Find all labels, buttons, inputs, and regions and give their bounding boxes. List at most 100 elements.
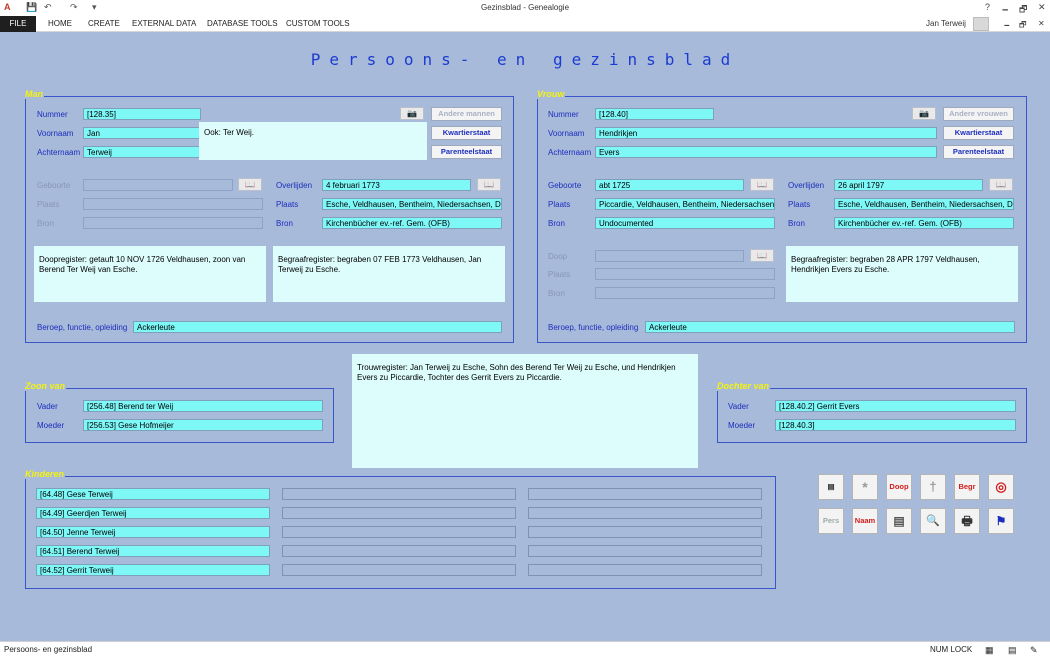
vrouw-ovl-plaats-field[interactable]: Esche, Veldhausen, Bentheim, Niedersachs…	[834, 198, 1014, 210]
kind-field-empty[interactable]	[528, 507, 762, 519]
man-ovl-bron-label: Bron	[276, 219, 293, 228]
man-parenteelstaat-button[interactable]: Parenteelstaat	[431, 145, 502, 159]
ribbon-close-button[interactable]: ✕	[1038, 19, 1045, 28]
kind-field-empty[interactable]	[528, 488, 762, 500]
ribbon-minimize-button[interactable]: 🗕	[1004, 19, 1010, 33]
kind-field[interactable]: [64.51] Berend Terweij	[36, 545, 270, 557]
rings-button[interactable]: ◎	[988, 474, 1014, 500]
kind-field-empty[interactable]	[528, 526, 762, 538]
tab-file[interactable]: FILE	[0, 16, 36, 32]
man-doopregister-memo[interactable]: Doopregister: getauft 10 NOV 1726 Veldha…	[34, 246, 266, 302]
card-button[interactable]: ▤	[886, 508, 912, 534]
vrouw-kwartierstaat-button[interactable]: Kwartierstaat	[943, 126, 1014, 140]
kind-field-empty[interactable]	[282, 488, 516, 500]
man-ovl-plaats-field[interactable]: Esche, Veldhausen, Bentheim, Niedersachs…	[322, 198, 502, 210]
man-geb-bron-field[interactable]	[83, 217, 263, 229]
man-ovl-bron-field[interactable]: Kirchenbücher ev.-ref. Gem. (OFB)	[322, 217, 502, 229]
man-geboorte-field[interactable]	[83, 179, 233, 191]
vrouw-geboorte-source-button[interactable]: 📖	[750, 178, 774, 191]
vrouw-geb-bron-field[interactable]: Undocumented	[595, 217, 775, 229]
flag-icon: ⚑	[995, 514, 1007, 528]
vrouw-achternaam-field[interactable]: Evers	[595, 146, 937, 158]
andere-vrouwen-button[interactable]: Andere vrouwen	[943, 107, 1014, 121]
kind-field[interactable]: [64.48] Gese Terweij	[36, 488, 270, 500]
zoon-moeder-field[interactable]: [256.53] Gese Hofmeijer	[83, 419, 323, 431]
tab-database-tools[interactable]: DATABASE TOOLS	[207, 19, 278, 28]
flag-button[interactable]: ⚑	[988, 508, 1014, 534]
avatar[interactable]	[973, 17, 989, 31]
tab-external-data[interactable]: EXTERNAL DATA	[132, 19, 196, 28]
man-photo-button[interactable]: 📷	[400, 107, 424, 120]
man-voornaam-field[interactable]: Jan	[83, 127, 201, 139]
vrouw-geboorte-label: Geboorte	[548, 181, 582, 190]
preview-icon: 🔍	[926, 515, 940, 527]
vrouw-beroep-field[interactable]: Ackerleute	[645, 321, 1015, 333]
tab-home[interactable]: HOME	[48, 19, 72, 28]
doop-button[interactable]: Doop	[886, 474, 912, 500]
vrouw-doop-bron-field[interactable]	[595, 287, 775, 299]
datasheet-view-icon[interactable]: ▤	[1008, 645, 1017, 656]
kind-field[interactable]: [64.49] Geerdjen Terweij	[36, 507, 270, 519]
vrouw-geboorte-field[interactable]: abt 1725	[595, 179, 744, 191]
preview-button[interactable]: 🔍	[920, 508, 946, 534]
cross-icon: †	[929, 479, 937, 494]
vrouw-overlijden-field[interactable]: 26 april 1797	[834, 179, 983, 191]
vrouw-nummer-field[interactable]: [128.40]	[595, 108, 714, 120]
zoon-vader-field[interactable]: [256.48] Berend ter Weij	[83, 400, 323, 412]
print-button[interactable]: 🖶	[954, 508, 980, 534]
naam-button[interactable]: Naam	[852, 508, 878, 534]
asterisk-button[interactable]: *	[852, 474, 878, 500]
vrouw-parenteelstaat-button[interactable]: Parenteelstaat	[943, 145, 1014, 159]
title-bar: A 💾 ↶ ↷ ▾ Gezinsblad - Genealogie ? 🗕 🗗 …	[0, 0, 1050, 16]
kind-field-empty[interactable]	[528, 564, 762, 576]
book-icon: 📖	[757, 251, 767, 260]
doop-icon: Doop	[889, 482, 909, 491]
vrouw-photo-button[interactable]: 📷	[912, 107, 936, 120]
man-geb-bron-label: Bron	[37, 219, 54, 228]
man-overlijden-source-button[interactable]: 📖	[477, 178, 501, 191]
help-button[interactable]: ?	[985, 2, 990, 12]
begr-icon: Begr	[958, 482, 976, 491]
vrouw-geb-plaats-field[interactable]: Piccardie, Veldhausen, Bentheim, Nieders…	[595, 198, 775, 210]
vrouw-doop-plaats-field[interactable]	[595, 268, 775, 280]
man-ook-memo[interactable]: Ook: Ter Weij.	[199, 122, 427, 160]
dochter-vader-field[interactable]: [128.40.2] Gerrit Evers	[775, 400, 1016, 412]
kind-field-empty[interactable]	[282, 507, 516, 519]
man-begraafregister-memo[interactable]: Begraafregister: begraben 07 FEB 1773 Ve…	[273, 246, 505, 302]
andere-mannen-button[interactable]: Andere mannen	[431, 107, 502, 121]
vrouw-ovl-bron-field[interactable]: Kirchenbücher ev.-ref. Gem. (OFB)	[834, 217, 1014, 229]
man-overlijden-field[interactable]: 4 februari 1773	[322, 179, 471, 191]
cross-button[interactable]: †	[920, 474, 946, 500]
man-ovl-plaats-label: Plaats	[276, 200, 299, 209]
design-view-icon[interactable]: ✎	[1030, 645, 1038, 656]
vrouw-begraafregister-memo[interactable]: Begraafregister: begraben 28 APR 1797 Ve…	[786, 246, 1018, 302]
form-view-icon[interactable]: ▦	[985, 645, 994, 656]
kind-field[interactable]: [64.50] Jenne Terweij	[36, 526, 270, 538]
vrouw-voornaam-field[interactable]: Hendrikjen	[595, 127, 937, 139]
man-achternaam-field[interactable]: Terweij	[83, 146, 201, 158]
asterisk-icon: *	[862, 479, 868, 495]
kind-field[interactable]: [64.52] Gerrit Terweij	[36, 564, 270, 576]
man-beroep-field[interactable]: Ackerleute	[133, 321, 502, 333]
kind-field-empty[interactable]	[282, 526, 516, 538]
document-button[interactable]: ▤	[818, 474, 844, 500]
man-geboorte-source-button[interactable]: 📖	[238, 178, 262, 191]
trouwregister-memo[interactable]: Trouwregister: Jan Terweij zu Esche, Soh…	[352, 354, 698, 468]
begr-button[interactable]: Begr	[954, 474, 980, 500]
kind-field-empty[interactable]	[282, 564, 516, 576]
close-button[interactable]: ✕	[1038, 2, 1046, 13]
kind-field-empty[interactable]	[528, 545, 762, 557]
vrouw-doop-source-button[interactable]: 📖	[750, 249, 774, 262]
vrouw-doop-field[interactable]	[595, 250, 744, 262]
dochter-moeder-field[interactable]: [128.40.3]	[775, 419, 1016, 431]
man-geb-plaats-field[interactable]	[83, 198, 263, 210]
kind-field-empty[interactable]	[282, 545, 516, 557]
tab-create[interactable]: CREATE	[88, 19, 120, 28]
user-name[interactable]: Jan Terweij	[926, 19, 966, 28]
tab-custom-tools[interactable]: CUSTOM TOOLS	[286, 19, 350, 28]
vrouw-overlijden-source-button[interactable]: 📖	[989, 178, 1013, 191]
man-kwartierstaat-button[interactable]: Kwartierstaat	[431, 126, 502, 140]
ribbon-restore-button[interactable]: 🗗	[1019, 19, 1027, 33]
pers-button[interactable]: Pers	[818, 508, 844, 534]
man-nummer-field[interactable]: [128.35]	[83, 108, 201, 120]
